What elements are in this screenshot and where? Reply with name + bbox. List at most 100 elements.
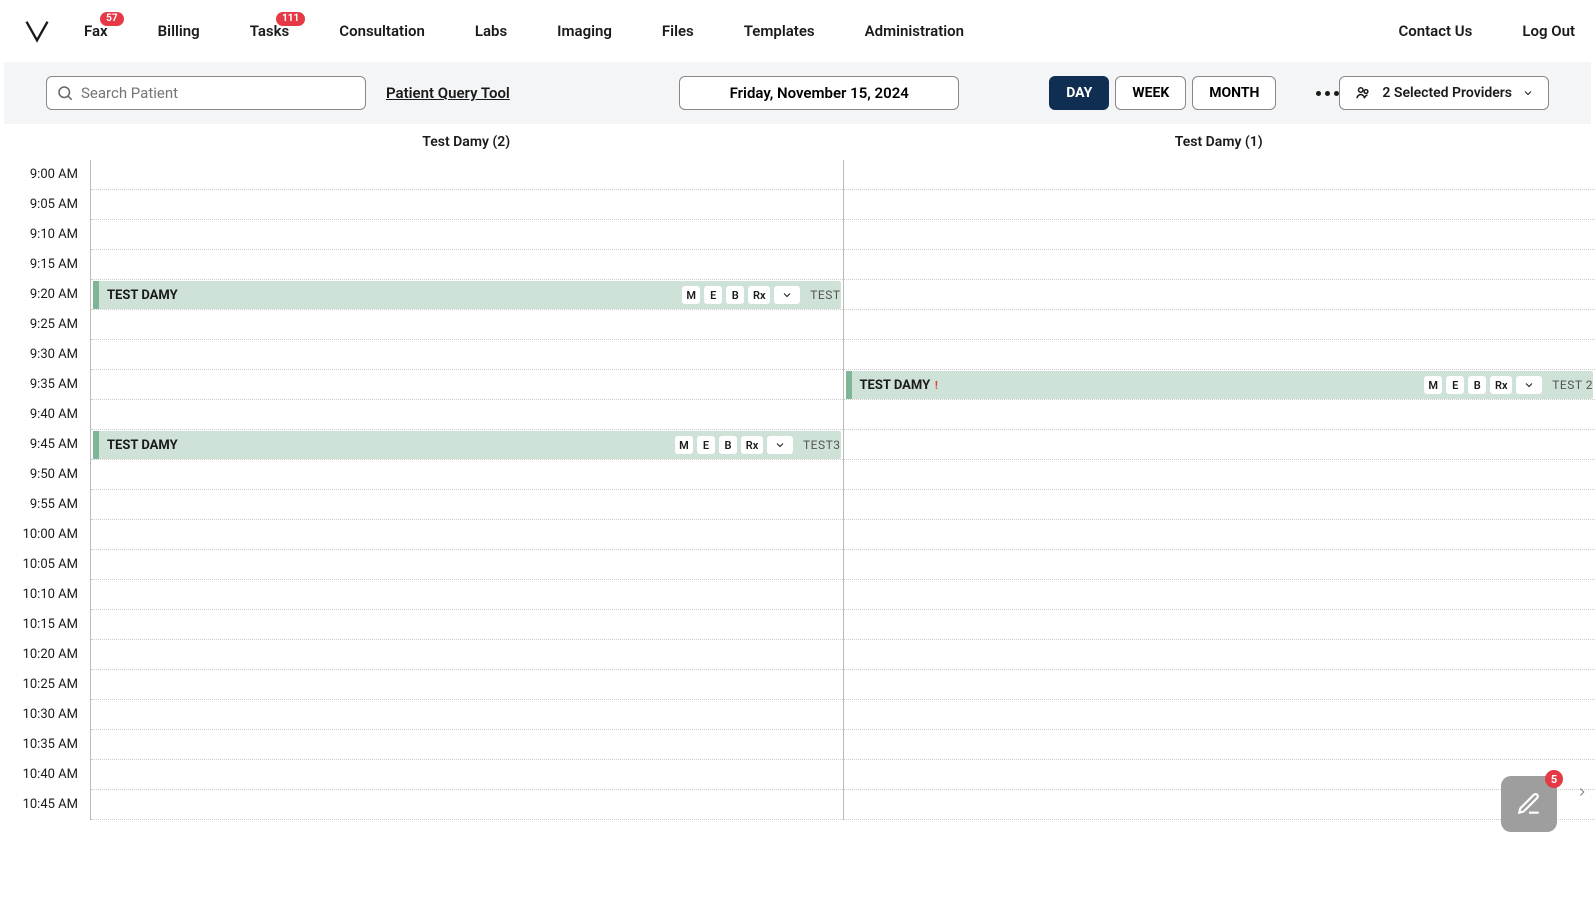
time-slot[interactable] [91,220,843,250]
time-slot[interactable] [91,550,843,580]
nav-label: Templates [744,22,815,40]
time-slot[interactable] [844,310,1595,340]
time-slot[interactable] [844,160,1595,190]
calendar-wrapper: 9:00 AM9:05 AM9:10 AM9:15 AM9:20 AM9:25 … [0,160,1595,900]
time-label: 10:30 AM [0,700,90,730]
time-slot[interactable] [844,790,1595,820]
time-slot[interactable] [844,250,1595,280]
time-slot[interactable] [844,190,1595,220]
nav-label: Files [662,22,694,40]
next-chevron-button[interactable] [1575,780,1589,808]
time-slot[interactable] [91,250,843,280]
time-slot[interactable] [91,460,843,490]
time-label: 9:50 AM [0,460,90,490]
compose-fab[interactable]: 5 [1501,776,1557,832]
time-slot[interactable] [844,730,1595,760]
appointment-m-button[interactable]: M [1424,376,1442,394]
time-slot[interactable] [91,760,843,790]
appointment-b-button[interactable]: B [719,436,737,454]
search-input[interactable] [46,76,366,110]
time-slot[interactable] [91,160,843,190]
nav-administration[interactable]: Administration [865,22,964,40]
time-slot[interactable] [91,700,843,730]
time-slot[interactable] [844,520,1595,550]
time-slot[interactable] [91,610,843,640]
time-slot[interactable] [91,520,843,550]
appointment-expand-button[interactable] [1516,376,1542,394]
time-slot[interactable] [844,700,1595,730]
time-slot[interactable] [844,460,1595,490]
time-slot[interactable] [844,670,1595,700]
nav-tasks[interactable]: Tasks 111 [250,22,290,40]
chevron-down-icon [1522,87,1534,99]
nav-fax[interactable]: Fax 57 [84,22,108,40]
time-slot[interactable] [844,580,1595,610]
more-options-button[interactable] [1316,91,1339,96]
patient-query-tool-link[interactable]: Patient Query Tool [386,84,510,102]
nav-templates[interactable]: Templates [744,22,815,40]
provider-column[interactable]: TEST DAMY !MEBRxTEST 2 [843,160,1595,820]
appointment-expand-button[interactable] [774,286,800,304]
time-slot[interactable] [91,580,843,610]
time-slot[interactable] [844,220,1595,250]
providers-filter-button[interactable]: 2 Selected Providers [1339,76,1549,110]
time-slot[interactable] [844,610,1595,640]
time-label: 9:10 AM [0,220,90,250]
time-slot[interactable] [91,310,843,340]
nav-label: Log Out [1522,22,1575,40]
nav-contact-us[interactable]: Contact Us [1398,22,1472,40]
column-header: Test Damy (1) [843,134,1595,150]
time-slot[interactable] [91,370,843,400]
time-slot[interactable] [91,490,843,520]
time-slot[interactable] [91,730,843,760]
time-slot[interactable] [844,760,1595,790]
providers-icon [1354,84,1372,102]
view-month-button[interactable]: MONTH [1192,76,1276,110]
time-slot[interactable] [844,400,1595,430]
appointment[interactable]: TEST DAMYMEBRxTEST [93,281,841,309]
appointment-rx-button[interactable]: Rx [748,286,770,304]
time-slot[interactable] [91,190,843,220]
time-slot[interactable] [91,790,843,820]
nav-label: Consultation [339,22,425,40]
provider-column[interactable]: TEST DAMYMEBRxTEST TEST DAMYMEBRxTEST3 [90,160,843,820]
appointment-stripe [846,371,852,399]
appointment-b-button[interactable]: B [1468,376,1486,394]
app-logo[interactable] [20,14,54,48]
view-day-button[interactable]: DAY [1049,76,1109,110]
date-picker-button[interactable]: Friday, November 15, 2024 [679,76,959,110]
nav-billing[interactable]: Billing [158,22,200,40]
nav-imaging[interactable]: Imaging [557,22,612,40]
nav-consultation[interactable]: Consultation [339,22,425,40]
nav-log-out[interactable]: Log Out [1522,22,1575,40]
appointment[interactable]: TEST DAMYMEBRxTEST3 [93,431,841,459]
time-slot[interactable] [844,280,1595,310]
time-slot[interactable] [844,490,1595,520]
appointment-b-button[interactable]: B [726,286,744,304]
appointment-expand-button[interactable] [767,436,793,454]
nav-badge: 111 [276,12,305,26]
time-slot[interactable] [844,640,1595,670]
appointment-rx-button[interactable]: Rx [1490,376,1512,394]
nav-files[interactable]: Files [662,22,694,40]
time-slot[interactable] [91,400,843,430]
time-slot[interactable] [91,340,843,370]
appointment-stripe [93,431,99,459]
appointment-rx-button[interactable]: Rx [741,436,763,454]
top-nav: Fax 57 Billing Tasks 111 Consultation La… [0,0,1595,62]
view-week-button[interactable]: WEEK [1115,76,1186,110]
nav-labs[interactable]: Labs [475,22,507,40]
appointment-e-button[interactable]: E [1446,376,1464,394]
time-slot[interactable] [844,550,1595,580]
time-slot[interactable] [91,640,843,670]
time-label: 10:05 AM [0,550,90,580]
appointment-m-button[interactable]: M [682,286,700,304]
appointment-e-button[interactable]: E [704,286,722,304]
time-slot[interactable] [844,340,1595,370]
time-slot[interactable] [844,430,1595,460]
time-slot[interactable] [91,670,843,700]
appointment-m-button[interactable]: M [675,436,693,454]
appointment-e-button[interactable]: E [697,436,715,454]
alert-icon: ! [932,379,938,392]
appointment[interactable]: TEST DAMY !MEBRxTEST 2 [846,371,1594,399]
